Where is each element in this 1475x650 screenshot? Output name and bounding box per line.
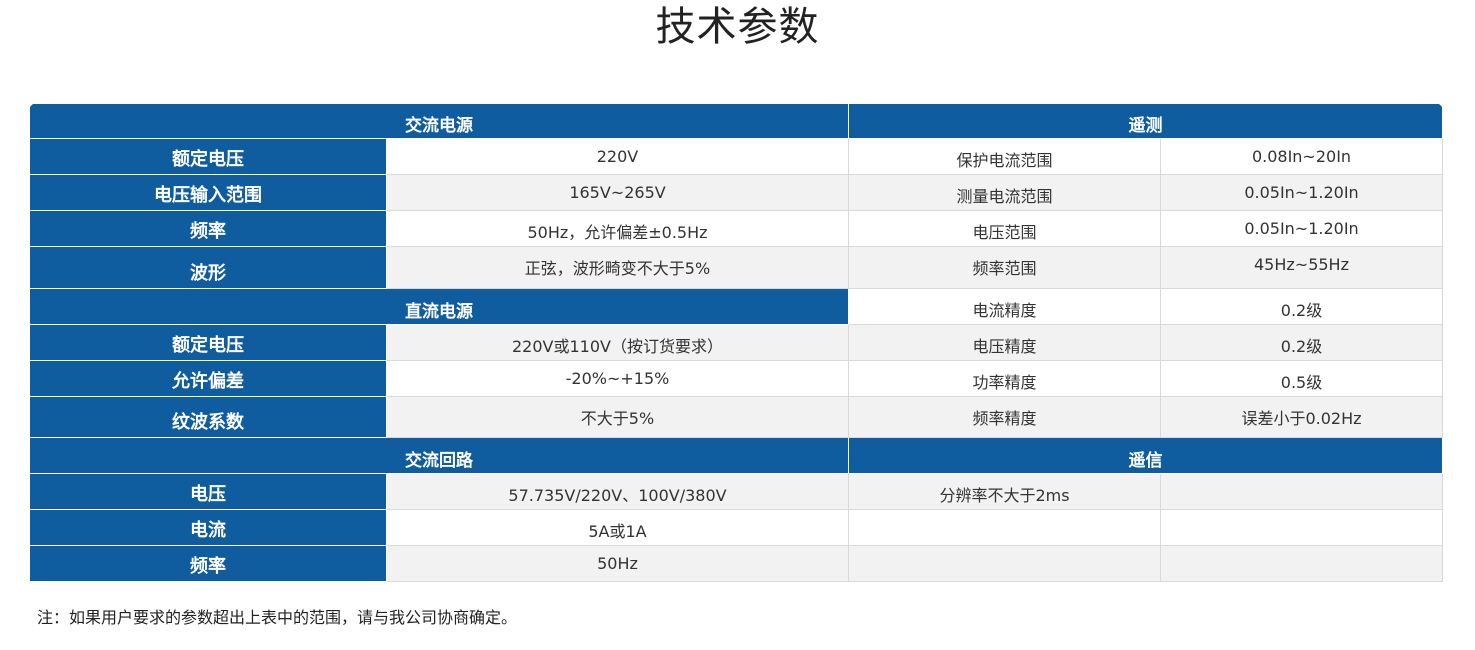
param-label: 电压精度 xyxy=(848,324,1161,361)
table-row: 频率 50Hz xyxy=(29,545,1443,582)
table-row: 额定电压 220V或110V（按订货要求） 电压精度 0.2级 xyxy=(29,324,1443,361)
param-value: 0.5级 xyxy=(1160,360,1443,397)
table-row: 电流 5A或1A xyxy=(29,509,1443,546)
section-ac-circuit: 交流回路 xyxy=(29,437,849,474)
row-value: 220V xyxy=(386,138,849,175)
row-label: 允许偏差 xyxy=(29,360,387,397)
section-header-row: 交流回路 遥信 xyxy=(29,437,1443,474)
spec-table: 交流电源 遥测 额定电压 220V 保护电流范围 0.08In~20In 电压输… xyxy=(29,103,1443,582)
table-row: 纹波系数 不大于5% 频率精度 误差小于0.02Hz xyxy=(29,396,1443,438)
table-row: 波形 正弦，波形畸变不大于5% 频率范围 45Hz~55Hz xyxy=(29,246,1443,289)
param-value: 0.05In~1.20In xyxy=(1160,174,1443,211)
param-value: 0.05In~1.20In xyxy=(1160,210,1443,247)
param-label: 频率范围 xyxy=(848,246,1161,289)
row-value: 5A或1A xyxy=(386,509,849,546)
row-value: 57.735V/220V、100V/380V xyxy=(386,473,849,510)
table-row: 允许偏差 -20%~+15% 功率精度 0.5级 xyxy=(29,360,1443,397)
row-label: 电流 xyxy=(29,509,387,546)
section-ac-power: 交流电源 xyxy=(29,103,849,139)
row-value: 220V或110V（按订货要求） xyxy=(386,324,849,361)
param-label: 分辨率不大于2ms xyxy=(848,473,1161,510)
param-value: 0.08In~20In xyxy=(1160,138,1443,175)
param-label: 测量电流范围 xyxy=(848,174,1161,211)
param-label: 电压范围 xyxy=(848,210,1161,247)
param-label xyxy=(848,545,1161,582)
param-value: 0.2级 xyxy=(1160,288,1443,325)
param-value xyxy=(1160,509,1443,546)
table-row: 电压 57.735V/220V、100V/380V 分辨率不大于2ms xyxy=(29,473,1443,510)
row-label: 电压 xyxy=(29,473,387,510)
row-value: 正弦，波形畸变不大于5% xyxy=(386,246,849,289)
row-label: 频率 xyxy=(29,210,387,247)
row-value: 不大于5% xyxy=(386,396,849,438)
section-telemetry: 遥测 xyxy=(848,103,1443,139)
param-label: 电流精度 xyxy=(848,288,1161,325)
row-value: 50Hz xyxy=(386,545,849,582)
row-label: 电压输入范围 xyxy=(29,174,387,211)
row-label: 额定电压 xyxy=(29,324,387,361)
param-value xyxy=(1160,473,1443,510)
param-label: 功率精度 xyxy=(848,360,1161,397)
table-row: 直流电源 电流精度 0.2级 xyxy=(29,288,1443,325)
param-label: 保护电流范围 xyxy=(848,138,1161,175)
section-header-row: 交流电源 遥测 xyxy=(29,103,1443,139)
page-title: 技术参数 xyxy=(655,4,820,50)
table-row: 频率 50Hz，允许偏差±0.5Hz 电压范围 0.05In~1.20In xyxy=(29,210,1443,247)
row-label: 频率 xyxy=(29,545,387,582)
param-value: 45Hz~55Hz xyxy=(1160,246,1443,289)
section-dc-power: 直流电源 xyxy=(29,288,849,325)
table-row: 电压输入范围 165V~265V 测量电流范围 0.05In~1.20In xyxy=(29,174,1443,211)
row-label: 纹波系数 xyxy=(29,396,387,438)
param-label xyxy=(848,509,1161,546)
row-value: -20%~+15% xyxy=(386,360,849,397)
row-value: 50Hz，允许偏差±0.5Hz xyxy=(386,210,849,247)
section-telesignal: 遥信 xyxy=(848,437,1443,474)
footnote: 注：如果用户要求的参数超出上表中的范围，请与我公司协商确定。 xyxy=(37,608,518,627)
table-row: 额定电压 220V 保护电流范围 0.08In~20In xyxy=(29,138,1443,175)
param-value: 0.2级 xyxy=(1160,324,1443,361)
param-value xyxy=(1160,545,1443,582)
param-value: 误差小于0.02Hz xyxy=(1160,396,1443,438)
row-value: 165V~265V xyxy=(386,174,849,211)
row-label: 波形 xyxy=(29,246,387,289)
param-label: 频率精度 xyxy=(848,396,1161,438)
row-label: 额定电压 xyxy=(29,138,387,175)
